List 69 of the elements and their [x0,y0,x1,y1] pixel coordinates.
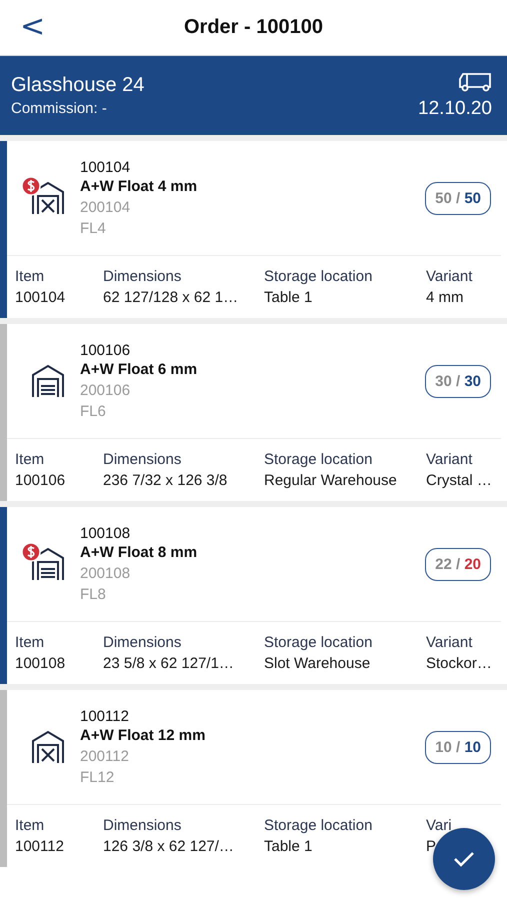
garage-tools-icon [30,729,66,765]
truck-icon [458,72,492,92]
back-button[interactable]: < [14,10,52,44]
field-label: Storage location [264,634,374,651]
field-value: 23 5/8 x 62 127/1… [103,655,235,672]
field-value: Table 1 [264,838,314,855]
order-item-card[interactable]: 100108 A+W Float 8 mm 200108 FL8 22 / 20 Item Dimensions Storage location Variant 100108 23 5/8 x 62 127/1… Slot Warehouse Stockor… [0,507,507,684]
field-value: 100112 [15,838,65,855]
short-code: FL4 [80,220,107,237]
item-name: A+W Float 8 mm [80,544,198,561]
check-icon [453,850,475,868]
field-value: 126 3/8 x 62 127/… [103,838,235,855]
item-number: 100108 [80,525,132,542]
field-label: Storage location [264,268,374,285]
field-label: Dimensions [103,817,182,834]
item-name: A+W Float 6 mm [80,361,198,378]
quantity-badge: 50 / 50 [425,182,491,214]
order-item-card[interactable]: 100104 A+W Float 4 mm 200104 FL4 50 / 50 Item Dimensions Storage location Variant 100104 62 127/128 x 62 1… Table 1 4 mm [0,141,507,318]
field-value: 236 7/32 x 126 3/8 [103,472,228,489]
delivery-date: 12.10.20 [418,98,492,120]
field-label: Variant [426,268,474,285]
article-code: 200108 [80,565,132,582]
dollar-badge-icon [21,542,41,562]
field-label: Item [15,268,46,285]
field-label: Storage location [264,451,374,468]
item-number: 100106 [80,342,132,359]
field-value: Slot Warehouse [264,655,372,672]
field-label: Dimensions [103,268,182,285]
field-value: 4 mm [426,289,464,306]
field-label: Vari [426,817,453,834]
garage-icon [30,363,66,399]
field-value: Table 1 [264,289,314,306]
field-value: 100104 [15,289,66,306]
page-title: Order - 100100 [184,16,323,39]
short-code: FL8 [80,586,107,603]
item-number: 100104 [80,159,132,176]
field-label: Storage location [264,817,374,834]
field-value: Regular Warehouse [264,472,398,489]
garage-tools-icon [30,180,66,216]
quantity-badge: 22 / 20 [425,548,491,580]
field-value: 62 127/128 x 62 1… [103,289,240,306]
commission-text: Commission: - [11,100,108,117]
field-label: Item [15,817,46,834]
article-code: 200112 [80,748,130,765]
short-code: FL12 [80,769,116,786]
field-label: Item [15,451,46,468]
field-label: Dimensions [103,634,182,651]
field-value: Stockor… [426,655,493,672]
field-value: 100106 [15,472,66,489]
order-item-card[interactable]: 100106 A+W Float 6 mm 200106 FL6 30 / 30 Item Dimensions Storage location Variant 100106 236 7/32 x 126 3/8 Regular Warehouse Crystal … [0,324,507,501]
field-label: Variant [426,634,474,651]
field-label: Variant [426,451,474,468]
customer-name: Glasshouse 24 [11,74,144,97]
short-code: FL6 [80,403,107,420]
field-value: 100108 [15,655,66,672]
item-name: A+W Float 12 mm [80,727,206,744]
article-code: 200104 [80,199,132,216]
item-number: 100112 [80,708,130,725]
garage-icon [30,546,66,582]
field-value: Crystal … [426,472,493,489]
field-label: Dimensions [103,451,182,468]
field-value: P [426,838,438,855]
order-item-card[interactable]: 100112 A+W Float 12 mm 200112 FL12 10 / 10 Item Dimensions Storage location Vari 100112 126 3/8 x 62 127/… Table 1 P [0,690,507,867]
article-code: 200106 [80,382,132,399]
field-label: Item [15,634,46,651]
quantity-badge: 10 / 10 [425,730,491,764]
item-name: A+W Float 4 mm [80,178,198,195]
quantity-badge: 30 / 30 [425,364,491,398]
dollar-badge-icon [21,176,41,196]
